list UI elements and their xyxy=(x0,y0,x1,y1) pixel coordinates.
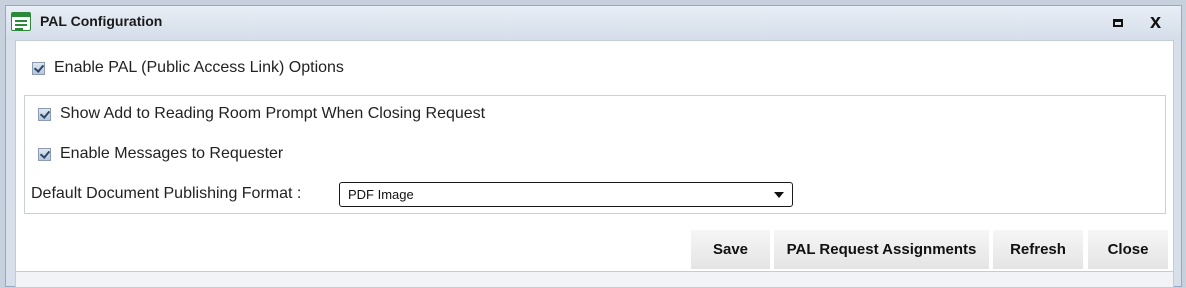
show-reading-room-checkbox[interactable] xyxy=(38,107,51,121)
window-title: PAL Configuration xyxy=(40,13,163,29)
enable-messages-option[interactable]: Enable Messages to Requester xyxy=(38,145,283,163)
show-reading-room-label: Show Add to Reading Room Prompt When Clo… xyxy=(60,105,486,122)
publishing-format-label: Default Document Publishing Format : xyxy=(31,185,302,202)
pal-configuration-window: PAL Configuration x Enable PAL (Public A… xyxy=(5,5,1182,288)
enable-messages-label: Enable Messages to Requester xyxy=(60,145,284,162)
publishing-format-select[interactable]: PDF Image xyxy=(339,182,793,207)
enable-pal-label: Enable PAL (Public Access Link) Options xyxy=(54,59,344,76)
close-icon: x xyxy=(1150,11,1162,33)
refresh-button[interactable]: Refresh xyxy=(993,230,1083,269)
enable-messages-checkbox[interactable] xyxy=(38,147,51,161)
save-button[interactable]: Save xyxy=(691,230,770,269)
configuration-panel: Enable PAL (Public Access Link) Options … xyxy=(15,40,1174,272)
pal-request-assignments-button[interactable]: PAL Request Assignments xyxy=(774,230,989,269)
pal-options-group: Show Add to Reading Room Prompt When Clo… xyxy=(24,95,1166,214)
enable-pal-checkbox[interactable] xyxy=(32,61,45,75)
show-reading-room-option[interactable]: Show Add to Reading Room Prompt When Clo… xyxy=(38,105,485,123)
publishing-format-row: Default Document Publishing Format : xyxy=(31,185,301,203)
maximize-icon xyxy=(1113,19,1123,27)
enable-pal-option[interactable]: Enable PAL (Public Access Link) Options xyxy=(32,59,344,77)
maximize-button[interactable] xyxy=(1110,16,1126,30)
close-button[interactable]: Close xyxy=(1088,230,1168,269)
chevron-down-icon xyxy=(774,192,784,198)
form-icon xyxy=(11,12,31,31)
footer-strip xyxy=(15,272,1174,288)
publishing-format-value: PDF Image xyxy=(348,187,414,202)
title-bar[interactable]: PAL Configuration x xyxy=(6,6,1181,40)
close-window-button[interactable]: x xyxy=(1150,11,1166,33)
